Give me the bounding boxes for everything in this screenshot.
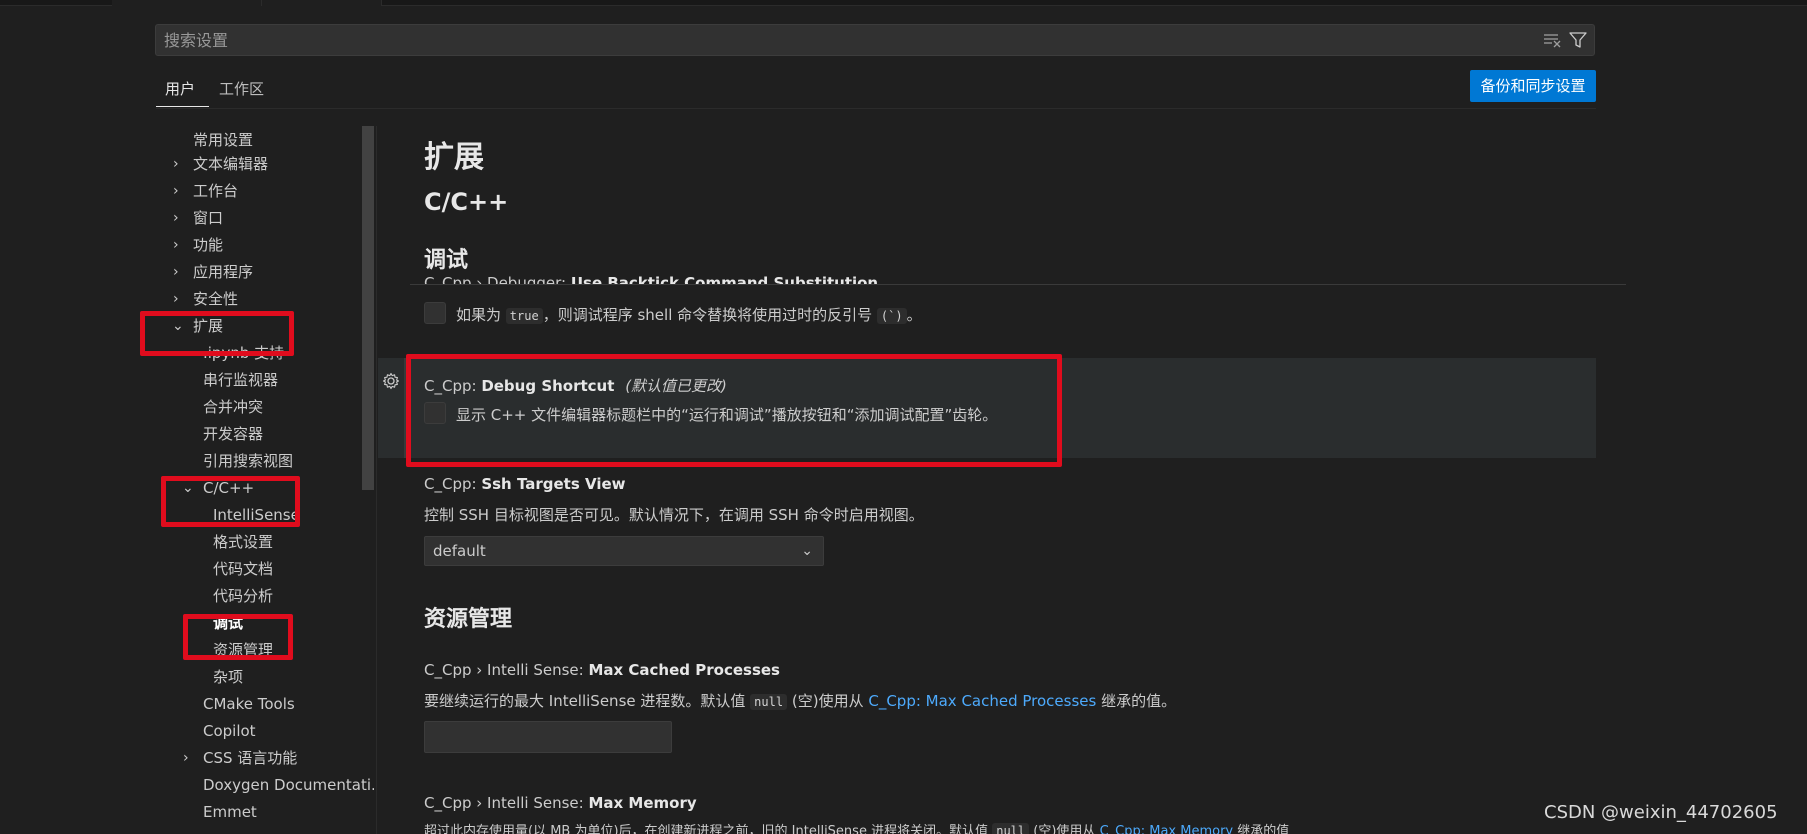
setting-name: Max Memory [588, 794, 697, 812]
toc-item-emmet[interactable]: Emmet [203, 800, 257, 824]
toc-item-dev-containers[interactable]: 开发容器 [203, 422, 263, 446]
chevron-right-icon[interactable]: › [173, 206, 185, 230]
select-value: default [433, 542, 486, 560]
backtick-checkbox[interactable] [424, 302, 446, 324]
toc-item-code-analysis[interactable]: 代码分析 [213, 584, 273, 608]
toc-item-code-docs[interactable]: 代码文档 [213, 557, 273, 581]
editor-tab[interactable] [262, 0, 382, 6]
setting-prefix: C_Cpp › Debugger: [424, 276, 571, 284]
sidebar-scrollbar-thumb[interactable] [362, 126, 374, 490]
setting-link[interactable]: C_Cpp: Max Memory [1100, 824, 1234, 834]
toc-item-doxygen[interactable]: Doxygen Documentati... [203, 773, 374, 797]
section-heading-cpp: C/C++ [424, 188, 509, 216]
setting-prefix: C_Cpp › Intelli Sense: [424, 794, 589, 812]
ssh-targets-select[interactable]: default ⌄ [424, 536, 824, 566]
chevron-down-icon: ⌄ [801, 543, 813, 559]
filter-icon[interactable] [1568, 31, 1588, 49]
desc-text: 继承的值 [1237, 824, 1290, 834]
active-tab-indicator [156, 106, 209, 107]
toc-item-window[interactable]: 窗口 [193, 206, 223, 230]
toc-item-workbench[interactable]: 工作台 [193, 179, 238, 203]
sticky-header-divider [410, 284, 1626, 285]
chevron-right-icon[interactable]: › [173, 287, 185, 311]
tab-user[interactable]: 用户 [163, 78, 197, 108]
setting-name: Use Backtick Command Substitution [571, 276, 878, 284]
chevron-right-icon[interactable]: › [173, 260, 185, 284]
chevron-right-icon[interactable]: › [173, 233, 185, 257]
code-true: true [505, 308, 543, 324]
desc-text: 继承的值。 [1101, 692, 1177, 710]
toc-item-security[interactable]: 安全性 [193, 287, 238, 311]
desc-text: 如果为 [456, 306, 502, 324]
setting-title-max-memory: C_Cpp › Intelli Sense: Max Memory [424, 794, 697, 812]
setting-link[interactable]: C_Cpp: Max Cached Processes [868, 692, 1096, 710]
section-heading-debug: 调试 [424, 248, 469, 273]
settings-search-box [155, 24, 1595, 56]
chevron-right-icon[interactable]: › [173, 152, 185, 176]
section-heading-resource: 资源管理 [424, 607, 513, 632]
toc-item-copilot[interactable]: Copilot [203, 719, 256, 743]
setting-name: Ssh Targets View [481, 475, 626, 493]
toc-item-serial-monitor[interactable]: 串行监视器 [203, 368, 278, 392]
toc-item-references-view[interactable]: 引用搜索视图 [203, 449, 293, 473]
setting-desc-max-memory: 超过此内存使用量(以 MB 为单位)后，在创建新进程之前，旧的 IntelliS… [424, 822, 1289, 834]
tab-workspace[interactable]: 工作区 [217, 78, 266, 108]
setting-desc-max-cached: 要继续运行的最大 IntelliSense 进程数。默认值 null (空)使用… [424, 690, 1176, 711]
setting-prefix: C_Cpp › Intelli Sense: [424, 661, 589, 679]
chevron-right-icon[interactable]: › [183, 746, 195, 770]
code-null: null [750, 694, 788, 710]
setting-title-backtick: C_Cpp › Debugger: Use Backtick Command S… [424, 276, 878, 284]
desc-text: ，则调试程序 shell 命令替换将使用过时的反引号 [542, 306, 873, 324]
sidebar-divider [376, 126, 377, 834]
toc-item-application[interactable]: 应用程序 [193, 260, 253, 284]
setting-name: Max Cached Processes [588, 661, 780, 679]
code-backtick: (`) [876, 308, 907, 324]
chevron-right-icon[interactable]: › [173, 179, 185, 203]
section-heading-extensions: 扩展 [424, 140, 484, 175]
toc-item-text-editor[interactable]: 文本编辑器 [193, 152, 268, 176]
toc-item-misc[interactable]: 杂项 [213, 665, 243, 689]
setting-title-max-cached: C_Cpp › Intelli Sense: Max Cached Proces… [424, 661, 780, 679]
toc-item-css-language[interactable]: CSS 语言功能 [203, 746, 297, 770]
annotation-box-cpp [161, 476, 300, 527]
tabs-divider [156, 108, 1596, 109]
clear-filter-icon[interactable] [1542, 32, 1562, 48]
setting-desc-backtick: 如果为 true ，则调试程序 shell 命令替换将使用过时的反引号 (`)。 [456, 304, 922, 325]
code-null: null [992, 823, 1030, 834]
watermark: CSDN @weixin_44702605 [1544, 802, 1778, 823]
editor-tab-strip [0, 0, 1807, 6]
editor-tab[interactable] [112, 0, 262, 6]
annotation-box-debug-shortcut [406, 354, 1062, 467]
toc-item-formatting[interactable]: 格式设置 [213, 530, 273, 554]
annotation-box-extensions [140, 311, 294, 356]
search-input[interactable] [164, 29, 1494, 51]
toc-item-features[interactable]: 功能 [193, 233, 223, 257]
annotation-box-debug [183, 614, 293, 660]
desc-text: (空)使用从 [1033, 824, 1096, 834]
backup-sync-settings-button[interactable]: 备份和同步设置 [1470, 70, 1596, 102]
desc-text: 。 [906, 306, 922, 324]
toc-item-cmake-tools[interactable]: CMake Tools [203, 692, 295, 716]
desc-text: 超过此内存使用量(以 MB 为单位)后，在创建新进程之前，旧的 IntelliS… [424, 824, 989, 834]
desc-text: (空)使用从 [791, 692, 864, 710]
toc-item-common[interactable]: 常用设置 [193, 128, 253, 152]
setting-prefix: C_Cpp: [424, 475, 482, 493]
setting-desc-ssh-targets: 控制 SSH 目标视图是否可见。默认情况下，在调用 SSH 命令时启用视图。 [424, 506, 924, 524]
gear-icon[interactable] [382, 372, 400, 390]
setting-title-ssh-targets: C_Cpp: Ssh Targets View [424, 475, 626, 493]
desc-text: 要继续运行的最大 IntelliSense 进程数。默认值 [424, 692, 746, 710]
max-cached-processes-input[interactable] [424, 721, 672, 753]
toc-item-merge-conflict[interactable]: 合并冲突 [203, 395, 263, 419]
